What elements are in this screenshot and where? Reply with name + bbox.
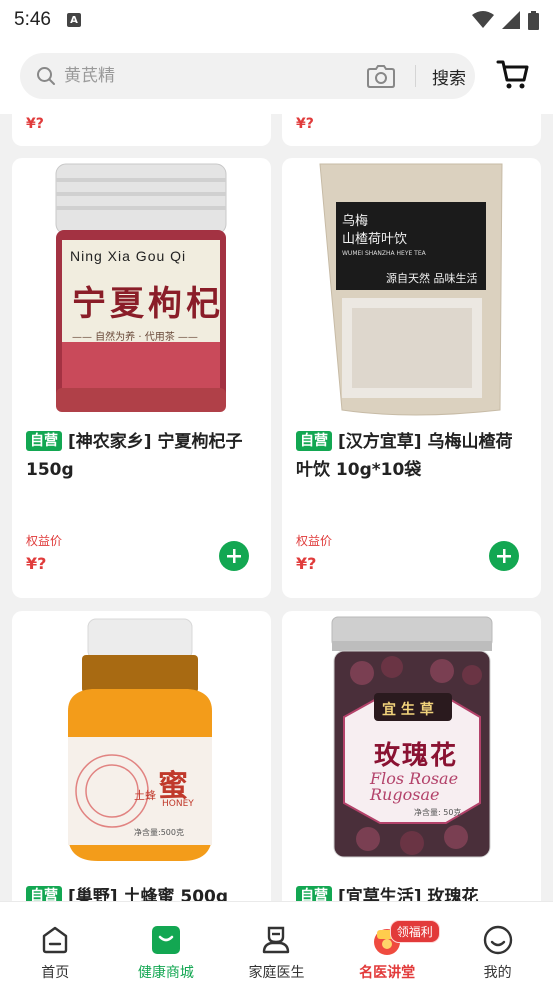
plus-icon	[227, 549, 241, 563]
product-card[interactable]: 乌梅 山楂荷叶饮 WUMEI SHANZHA HEYE TEA 源自天然 品味生…	[282, 158, 541, 598]
product-title: 自营 [神农家乡] 宁夏枸杞子 150g	[26, 428, 256, 484]
tea-label-line2: 山楂荷叶饮	[342, 232, 408, 247]
add-to-cart-button[interactable]	[219, 541, 249, 571]
nav-label-expert-lecture: 名医讲堂	[359, 965, 416, 981]
nav-item-expert-lecture[interactable]: 领福利 名医讲堂	[332, 902, 443, 984]
product-image: Ning Xia Gou Qi 宁夏枸杞 —— 自然为养 · 代用茶 ——	[12, 158, 271, 420]
price-value: ¥?	[26, 116, 44, 132]
nav-label-family-doctor: 家庭医生	[248, 965, 305, 981]
search-icon	[37, 67, 55, 85]
header: 搜索	[0, 40, 553, 114]
nav-item-health-mall[interactable]: 健康商城	[111, 902, 222, 984]
jar-label-chinese: 宁夏枸杞	[72, 284, 224, 324]
price-label: 权益价	[296, 534, 333, 548]
product-card-partial-left[interactable]: ¥?	[12, 114, 271, 146]
tea-label-line1: 乌梅	[342, 214, 369, 229]
product-card-partial-right[interactable]: ¥?	[282, 114, 541, 146]
welfare-tag[interactable]: 领福利	[389, 920, 440, 943]
product-title: 自营 [宜草生活] 玫瑰花	[296, 883, 526, 901]
product-title: 自营 [巢野] 土蜂蜜 500g	[26, 883, 256, 901]
product-card[interactable]: 土蜂 蜜 HONEY 净含量:500克 自营 [巢野] 土蜂蜜 500g	[12, 611, 271, 901]
signal-icon	[502, 11, 520, 29]
bottom-nav: 首页 健康商城 家庭医生 领福利 名医讲堂 我的	[0, 901, 553, 984]
product-title: 自营 [汉方宜草] 乌梅山楂荷叶饮 10g*10袋	[296, 428, 526, 484]
battery-icon	[528, 10, 539, 30]
product-card[interactable]: Ning Xia Gou Qi 宁夏枸杞 —— 自然为养 · 代用茶 —— 自营…	[12, 158, 271, 598]
shopping-bag-icon	[151, 926, 180, 954]
wifi-icon	[472, 11, 494, 28]
jar-label-slogan: —— 自然为养 · 代用茶 ——	[72, 332, 198, 343]
cart-icon[interactable]	[496, 58, 530, 92]
search-bar[interactable]: 搜索	[20, 53, 475, 99]
self-operated-badge: 自营	[296, 886, 332, 901]
rose-label-chinese: 玫瑰花	[374, 741, 459, 771]
nav-item-profile[interactable]: 我的	[442, 902, 553, 984]
status-bar: 5:46 A	[0, 0, 553, 40]
product-image: 土蜂 蜜 HONEY 净含量:500克	[12, 611, 271, 873]
search-divider	[415, 65, 416, 87]
jar-label-english: Ning Xia Gou Qi	[70, 248, 187, 264]
honey-label-sub: 土蜂	[134, 789, 156, 802]
doctor-icon	[263, 926, 290, 954]
notification-a-icon: A	[66, 13, 81, 27]
tea-label-slogan: 源自天然 品味生活	[386, 272, 478, 285]
camera-icon[interactable]	[367, 63, 395, 89]
self-operated-badge: 自营	[26, 431, 62, 451]
search-input[interactable]	[64, 53, 364, 99]
home-icon	[43, 926, 68, 954]
product-image: 乌梅 山楂荷叶饮 WUMEI SHANZHA HEYE TEA 源自天然 品味生…	[282, 158, 541, 420]
product-image: 宜 生 草 玫瑰花 Flos Rosae Rugosae 净含量: 50克	[282, 611, 541, 873]
product-card[interactable]: 宜 生 草 玫瑰花 Flos Rosae Rugosae 净含量: 50克 自营…	[282, 611, 541, 901]
product-title-text: [巢野] 土蜂蜜 500g	[68, 887, 229, 901]
price-value: ¥?	[296, 554, 317, 573]
nav-label-health-mall: 健康商城	[137, 965, 194, 981]
plus-icon	[497, 549, 511, 563]
rose-label-weight: 净含量: 50克	[414, 808, 462, 817]
rose-label-brand: 宜 生 草	[382, 702, 434, 718]
nav-label-profile: 我的	[483, 965, 512, 981]
price-value: ¥?	[26, 554, 47, 573]
price-label: 权益价	[26, 534, 63, 548]
nav-item-home[interactable]: 首页	[0, 902, 111, 984]
rose-label-latin2: Rugosae	[370, 785, 440, 804]
product-grid: ¥? ¥? Ning Xia Gou Qi 宁夏枸杞 —— 自然为养 · 代用茶…	[0, 114, 553, 901]
honey-label-weight: 净含量:500克	[134, 828, 184, 837]
add-to-cart-button[interactable]	[489, 541, 519, 571]
status-indicators	[472, 10, 539, 30]
profile-smile-icon	[483, 925, 512, 955]
self-operated-badge: 自营	[296, 431, 332, 451]
price-value: ¥?	[296, 116, 314, 132]
search-button[interactable]: 搜索	[424, 53, 474, 99]
product-title-text: [宜草生活] 玫瑰花	[338, 887, 479, 901]
self-operated-badge: 自营	[26, 886, 62, 901]
tea-label-english: WUMEI SHANZHA HEYE TEA	[342, 250, 426, 257]
nav-item-family-doctor[interactable]: 家庭医生	[221, 902, 332, 984]
honey-label-english: HONEY	[162, 799, 194, 809]
status-time: 5:46	[14, 9, 51, 30]
nav-label-home: 首页	[41, 965, 70, 981]
